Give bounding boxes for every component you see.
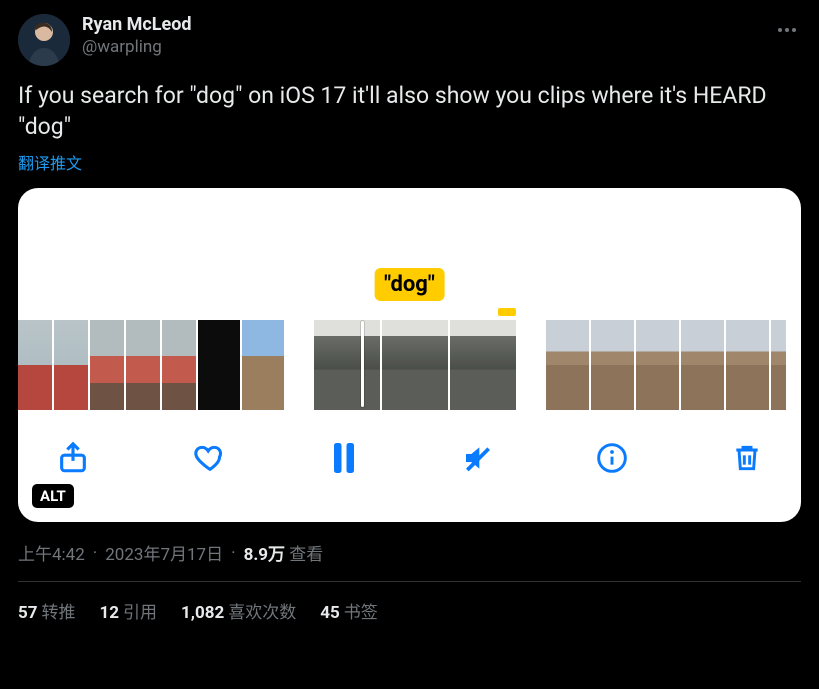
- playhead[interactable]: [361, 321, 364, 407]
- thumbnail: [450, 320, 516, 410]
- thumbnail: [314, 320, 380, 410]
- tweet-stats: 57转推 12引用 1,082喜欢次数 45书签: [18, 582, 801, 623]
- tweet-time[interactable]: 上午4:42: [18, 540, 85, 565]
- pause-icon: [329, 440, 359, 476]
- clip-group-2: [314, 320, 516, 410]
- tweet-container: Ryan McLeod @warpling If you search for …: [0, 0, 819, 623]
- thumbnail: [591, 320, 634, 410]
- info-button[interactable]: [596, 442, 628, 474]
- bookmarks-count: 45: [320, 603, 340, 623]
- thumbnail: [771, 320, 786, 410]
- trash-icon: [731, 442, 763, 474]
- likes-stat[interactable]: 1,082喜欢次数: [181, 598, 296, 623]
- thumbnail: [382, 320, 448, 410]
- quotes-label: 引用: [123, 603, 157, 623]
- more-icon: [775, 18, 799, 42]
- retweets-count: 57: [18, 603, 38, 623]
- thumbnail: [546, 320, 589, 410]
- retweets-label: 转推: [42, 603, 76, 623]
- thumbnail: [90, 320, 124, 410]
- share-icon: [56, 441, 90, 475]
- more-button[interactable]: [773, 14, 801, 50]
- thumbnail: [54, 320, 88, 410]
- meta-separator: ·: [229, 543, 237, 563]
- thumbnail: [242, 320, 284, 410]
- alt-badge[interactable]: ALT: [32, 484, 74, 508]
- thumbnail: [636, 320, 679, 410]
- thumbnail: [162, 320, 196, 410]
- thumbnail: [126, 320, 160, 410]
- mute-button[interactable]: [462, 442, 494, 474]
- media-toolbar: [18, 410, 801, 494]
- views-count: 8.9万: [244, 545, 285, 565]
- likes-count: 1,082: [181, 603, 224, 623]
- share-button[interactable]: [56, 441, 90, 475]
- tweet-meta: 上午4:42 · 2023年7月17日 · 8.9万 查看: [18, 540, 801, 565]
- thumbnail: [681, 320, 724, 410]
- author-display-name[interactable]: Ryan McLeod: [82, 14, 773, 36]
- bookmarks-label: 书签: [344, 603, 378, 623]
- likes-label: 喜欢次数: [228, 603, 296, 623]
- caption-marker: [498, 308, 516, 316]
- mute-icon: [462, 442, 494, 474]
- author-block: Ryan McLeod @warpling: [82, 14, 773, 57]
- clip-group-3: [546, 320, 786, 410]
- retweets-stat[interactable]: 57转推: [18, 598, 76, 623]
- media-top-whitespace: "dog": [18, 188, 801, 320]
- author-handle[interactable]: @warpling: [82, 37, 773, 57]
- tweet-header: Ryan McLeod @warpling: [18, 14, 801, 66]
- quotes-count: 12: [100, 603, 120, 623]
- caption-pill: "dog": [374, 268, 445, 301]
- thumbnail: [198, 320, 240, 410]
- thumbnail: [18, 320, 52, 410]
- clip-group-1: [18, 320, 284, 410]
- avatar[interactable]: [18, 14, 70, 66]
- bookmarks-stat[interactable]: 45书签: [320, 598, 378, 623]
- translate-link[interactable]: 翻译推文: [18, 150, 801, 174]
- quotes-stat[interactable]: 12引用: [100, 598, 158, 623]
- filmstrip: [18, 320, 801, 410]
- tweet-body: If you search for "dog" on iOS 17 it'll …: [18, 80, 801, 142]
- info-icon: [596, 442, 628, 474]
- avatar-image: [18, 14, 70, 66]
- tweet-date[interactable]: 2023年7月17日: [105, 540, 223, 565]
- trash-button[interactable]: [731, 442, 763, 474]
- heart-icon: [193, 441, 227, 475]
- like-button[interactable]: [193, 441, 227, 475]
- views-label: 查看: [289, 545, 323, 565]
- pause-button[interactable]: [329, 440, 359, 476]
- thumbnail: [726, 320, 769, 410]
- meta-separator: ·: [91, 543, 99, 563]
- media-card[interactable]: "dog": [18, 188, 801, 522]
